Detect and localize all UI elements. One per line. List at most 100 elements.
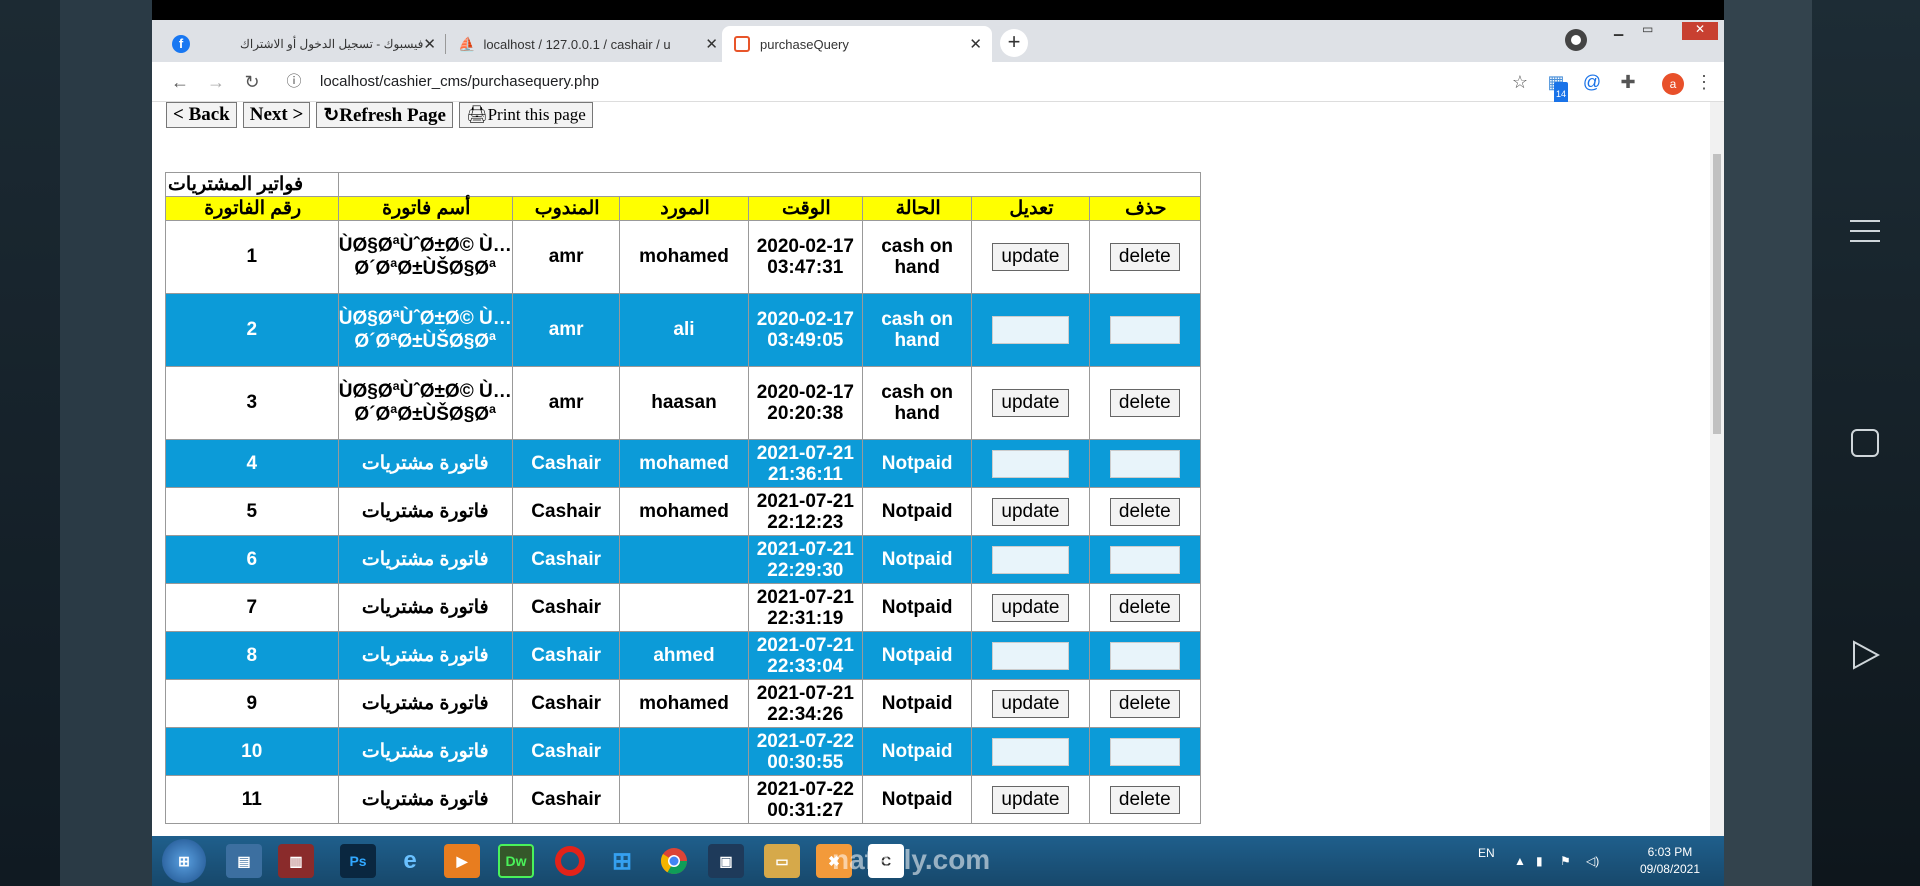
delete-button[interactable]: delete [1109,316,1180,344]
delete-button[interactable]: delete [1109,545,1180,574]
close-icon[interactable]: ✕ [969,35,982,53]
profile-avatar[interactable]: a [1662,73,1684,95]
next-button[interactable]: Next > [242,102,311,128]
update-button[interactable]: update [992,243,1069,271]
cell-name: فاتورة مشتريات [337,679,513,728]
cell-name: ÙØ§ØªÙˆØ±Ø© Ù…Ø´ØªØ±ÙŠØ§Øª [337,366,513,440]
app-icon[interactable]: ▣ [708,844,744,878]
back-arrow-icon[interactable]: ← [168,70,192,94]
tray-up-icon[interactable]: ▲ [1514,854,1526,868]
puzzle-icon[interactable]: ✚ [1616,70,1640,94]
chrome-icon[interactable] [656,844,692,878]
delete-button[interactable]: delete [1109,593,1180,622]
menu-icon[interactable] [1840,206,1890,256]
cell-time: 2020-02-17 03:47:31 [747,220,863,294]
back-triangle-icon[interactable] [1840,630,1890,680]
internet-explorer-icon[interactable]: e [392,844,428,878]
update-button[interactable]: update [992,389,1069,417]
kebab-menu-icon[interactable]: ⋮ [1692,70,1716,94]
windows-logo-icon[interactable]: ⊞ [604,844,640,878]
delete-button[interactable]: delete [1109,389,1180,417]
cell-time-part: 22:33:04 [767,655,844,677]
phone-bezel-right [1724,0,1920,886]
delete-button[interactable]: delete [1109,737,1180,766]
address-bar[interactable]: localhost/cashier_cms/purchasequery.php [320,73,599,90]
page-scrollbar[interactable] [1710,102,1724,836]
info-icon[interactable]: ⓘ [282,70,306,94]
cell-supplier [619,535,749,584]
cell-edit: update [971,631,1090,680]
update-button[interactable]: update [992,449,1069,478]
opera-icon[interactable] [552,844,588,878]
scrollbar-thumb[interactable] [1713,154,1721,434]
media-player-icon[interactable]: ▶ [444,844,480,878]
update-button[interactable]: update [992,641,1069,670]
close-icon[interactable]: ✕ [423,35,436,53]
star-icon[interactable]: ☆ [1508,70,1532,94]
delete-button[interactable]: delete [1109,641,1180,670]
delete-button[interactable]: delete [1109,449,1180,478]
cell-date-part: 2021-07-21 [756,586,854,608]
flag-icon[interactable]: ⚑ [1560,854,1571,868]
language-indicator[interactable]: EN [1478,846,1495,860]
explorer-icon[interactable]: ▤ [226,844,262,878]
recent-apps-icon[interactable] [1840,418,1890,468]
cell-name: ÙØ§ØªÙˆØ±Ø© Ù…Ø´ØªØ±ÙŠØ§Øª [337,220,513,294]
network-icon[interactable]: ▮ [1536,854,1543,868]
table-row: 4 فاتورة مشتريات Cashair mohamed 2021-07-21 2… [165,439,1202,488]
back-button[interactable]: < Back [166,102,237,128]
tab-facebook[interactable]: f فيسبوك - تسجيل الدخول أو الاشتراك ✕ [160,26,446,62]
table-row: 10 فاتورة مشتريات Cashair 2021-07-22 00:30:5… [165,727,1202,776]
maximize-button[interactable]: ▭ [1642,22,1653,40]
new-tab-button[interactable]: + [1000,29,1028,57]
start-button[interactable]: ⊞ [162,839,206,883]
cell-name: ÙØ§ØªÙˆØ±Ø© Ù…Ø´ØªØ±ÙŠØ§Øª [337,293,513,367]
volume-icon[interactable]: ◁) [1586,854,1599,868]
table-row: 1 ÙØ§ØªÙˆØ±Ø© Ù…Ø´ØªØ±ÙŠØ§Øª amr mohamed 202… [165,220,1202,294]
winrar-icon[interactable]: ▥ [278,844,314,878]
cell-date-part: 2020-02-17 [756,236,854,257]
cell-edit: update [971,775,1090,824]
close-icon[interactable]: ✕ [705,35,718,53]
table-row: 7 فاتورة مشتريات Cashair 2021-07-21 22:31:19… [165,583,1202,632]
folder-icon[interactable]: ▭ [764,844,800,878]
header-status: الحالة [861,196,973,221]
update-button[interactable]: update [992,689,1069,718]
minimize-button[interactable]: ▁ [1614,22,1623,40]
cell-delete: delete [1088,535,1202,584]
delete-button[interactable]: delete [1109,689,1180,718]
cell-id: 6 [165,535,339,584]
cell-supplier: ali [619,293,749,367]
cell-date-part: 2021-07-21 [756,490,854,512]
cell-id: 5 [165,487,339,536]
refresh-button[interactable]: ↻Refresh Page [316,102,453,128]
page-icon [734,36,750,52]
tab-phpmyadmin[interactable]: ⛵ localhost / 127.0.0.1 / cashair / u ✕ [446,26,728,62]
cell-supplier [619,775,749,824]
tab-purchasequery[interactable]: purchaseQuery ✕ [722,26,992,62]
dreamweaver-icon[interactable]: Dw [498,844,534,878]
forward-arrow-icon[interactable]: → [204,70,228,94]
print-button[interactable]: 🖨Print this page [459,102,593,128]
system-clock[interactable]: 6:03 PM 09/08/2021 [1640,844,1700,878]
reload-icon[interactable]: ↻ [240,70,264,94]
table-row: 3 ÙØ§ØªÙˆØ±Ø© Ù…Ø´ØªØ±ÙŠØ§Øª amr haasan 2020… [165,366,1202,440]
window-close-button[interactable]: ✕ [1682,22,1718,40]
cell-id: 10 [165,727,339,776]
at-icon[interactable]: @ [1580,70,1604,94]
delete-button[interactable]: delete [1109,497,1180,526]
update-button[interactable]: update [992,545,1069,574]
extension-icon[interactable]: ▦ 14 [1544,70,1569,106]
cell-id: 11 [165,775,339,824]
update-button[interactable]: update [992,593,1069,622]
update-button[interactable]: update [992,497,1069,526]
update-button[interactable]: update [992,785,1069,814]
chrome-account-icon[interactable] [1564,28,1588,52]
delete-button[interactable]: delete [1109,785,1180,814]
update-button[interactable]: update [992,316,1069,344]
cell-edit: update [971,293,1090,367]
delete-button[interactable]: delete [1109,243,1180,271]
update-button[interactable]: update [992,737,1069,766]
cell-status: Notpaid [861,487,973,536]
photoshop-icon[interactable]: Ps [340,844,376,878]
